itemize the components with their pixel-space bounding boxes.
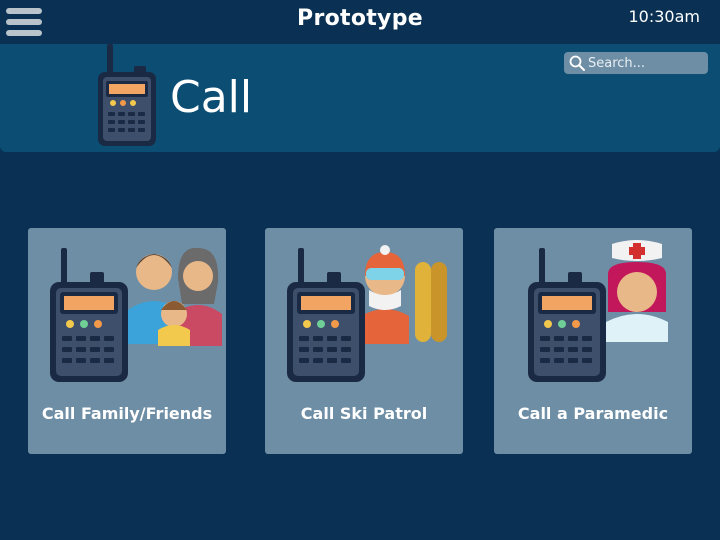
page-header: Call xyxy=(0,44,720,152)
call-paramedic-card[interactable]: Call a Paramedic xyxy=(494,228,692,454)
search-icon xyxy=(569,55,585,71)
top-bar: Prototype 10:30am xyxy=(0,0,720,42)
search-input[interactable] xyxy=(588,52,702,75)
call-family-friends-card[interactable]: Call Family/Friends xyxy=(28,228,226,454)
search-box[interactable] xyxy=(564,52,708,75)
call-ski-patrol-label: Call Ski Patrol xyxy=(300,404,428,423)
family-icon xyxy=(50,247,222,382)
paramedic-icon xyxy=(528,240,668,382)
call-family-friends-label: Call Family/Friends xyxy=(41,404,213,423)
walkie-talkie-icon xyxy=(98,44,156,146)
page-title: Call xyxy=(170,72,253,123)
call-ski-patrol-card[interactable]: Call Ski Patrol xyxy=(265,228,463,454)
ski-patrol-icon xyxy=(287,245,447,382)
clock: 10:30am xyxy=(628,7,701,26)
call-paramedic-label: Call a Paramedic xyxy=(517,404,669,423)
app-title: Prototype xyxy=(297,6,423,31)
